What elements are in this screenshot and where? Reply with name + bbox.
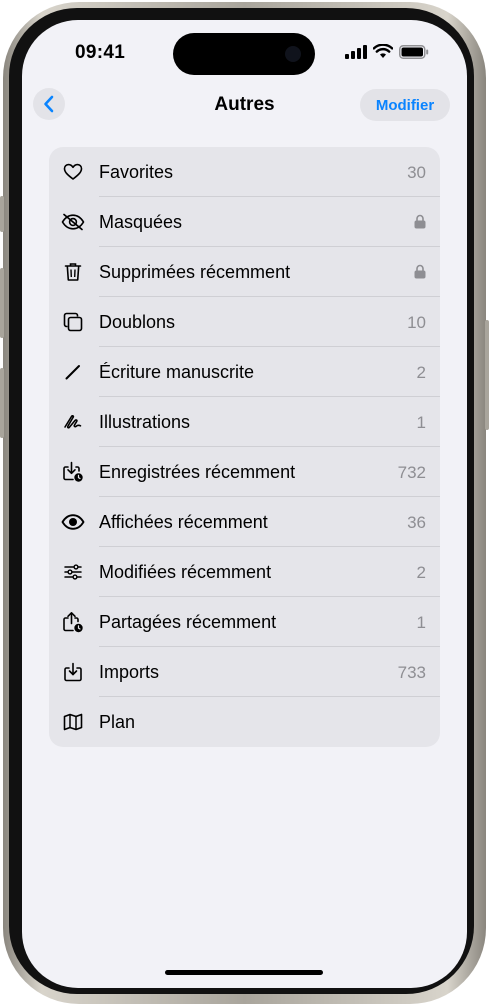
list-item-label: Partagées récemment (99, 612, 277, 632)
list-item-hidden[interactable]: Masquées (49, 197, 440, 247)
edit-button[interactable]: Modifier (360, 89, 450, 121)
list-item-illustrations[interactable]: Illustrations 1 (49, 397, 440, 447)
status-icons (345, 44, 429, 59)
list-item-label: Illustrations (99, 412, 191, 432)
lock-icon (414, 214, 426, 234)
list-item-recently-viewed[interactable]: Affichées récemment 36 (49, 497, 440, 547)
sliders-icon (61, 547, 85, 597)
list-item-label: Supprimées récemment (99, 262, 291, 282)
home-indicator[interactable] (165, 970, 323, 975)
item-count: 1 (416, 613, 426, 632)
list-item-handwriting[interactable]: Écriture manuscrite 2 (49, 347, 440, 397)
eye-slash-icon (61, 197, 85, 247)
item-count: 36 (407, 513, 426, 532)
list-item-recently-deleted[interactable]: Supprimées récemment (49, 247, 440, 297)
duplicate-icon (61, 297, 85, 347)
cellular-signal-icon (345, 44, 367, 59)
item-count: 30 (407, 163, 426, 182)
camera-icon (285, 46, 301, 62)
status-time: 09:41 (75, 42, 126, 63)
list-item-duplicates[interactable]: Doublons 10 (49, 297, 440, 347)
list-item-label: Imports (99, 662, 160, 682)
list-item-label: Écriture manuscrite (99, 362, 255, 382)
list-item-label: Favorites (99, 162, 174, 182)
item-count: 10 (407, 313, 426, 332)
list-item-imports[interactable]: Imports 733 (49, 647, 440, 697)
wifi-icon (373, 44, 393, 58)
eye-icon (61, 497, 85, 547)
action-button (0, 196, 4, 232)
list-item-label: Plan (99, 712, 136, 732)
volume-down-button (0, 368, 4, 438)
item-count: 2 (416, 363, 426, 382)
utilities-list: Favorites 30 Masquées Supprimées récemme… (49, 147, 440, 747)
map-icon (61, 697, 85, 747)
list-item-favorites[interactable]: Favorites 30 (49, 147, 440, 197)
share-badge-icon (61, 597, 85, 647)
tray-download-icon (61, 647, 85, 697)
pencil-icon (61, 347, 85, 397)
volume-up-button (0, 268, 4, 338)
item-count: 1 (416, 413, 426, 432)
list-item-recently-edited[interactable]: Modifiées récemment 2 (49, 547, 440, 597)
lock-icon (414, 264, 426, 284)
list-item-recently-shared[interactable]: Partagées récemment 1 (49, 597, 440, 647)
item-count: 733 (397, 663, 426, 682)
battery-icon (399, 44, 429, 59)
item-count: 2 (416, 563, 426, 582)
list-item-label: Masquées (99, 212, 183, 232)
scribble-icon (61, 397, 85, 447)
side-button (485, 320, 489, 430)
list-item-label: Doublons (99, 312, 176, 332)
item-count: 732 (397, 463, 426, 482)
list-item-label: Modifiées récemment (99, 562, 272, 582)
list-item-recently-saved[interactable]: Enregistrées récemment 732 (49, 447, 440, 497)
list-item-map[interactable]: Plan (49, 697, 440, 747)
list-item-label: Enregistrées récemment (99, 462, 296, 482)
heart-icon (61, 147, 85, 197)
trash-icon (61, 247, 85, 297)
list-item-label: Affichées récemment (99, 512, 268, 532)
screen: 09:41 Autres Modifier Favorites 30 Masqu… (22, 20, 467, 988)
dynamic-island (173, 33, 315, 75)
tray-download-badge-icon (61, 447, 85, 497)
